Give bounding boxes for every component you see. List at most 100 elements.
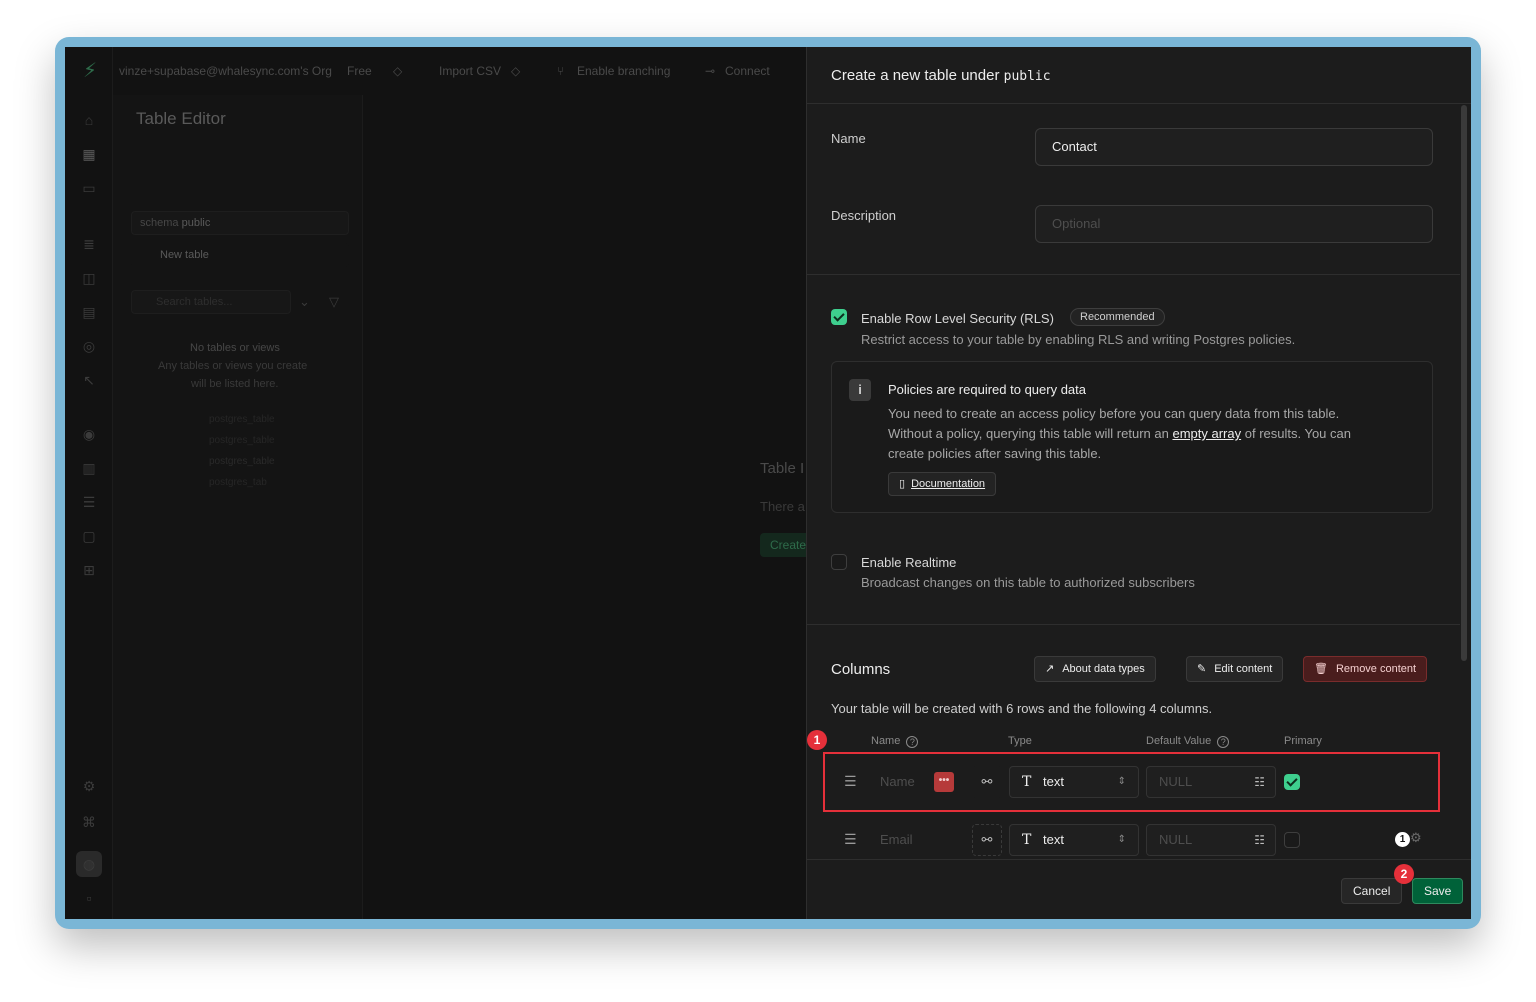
book-icon: ▯: [899, 478, 906, 490]
marker-1: 1: [807, 730, 827, 750]
enable-branching-button[interactable]: Enable branching: [577, 64, 670, 78]
panel-footer: Cancel Save: [807, 859, 1471, 919]
sql-editor-icon[interactable]: ▭: [80, 179, 98, 197]
edit-icon: ✎: [1197, 663, 1207, 675]
page-title: Table Editor: [136, 109, 226, 128]
branch-icon: ⑂: [557, 64, 565, 78]
link-icon[interactable]: ⚯: [972, 824, 1002, 856]
home-icon[interactable]: ⌂: [80, 111, 98, 129]
auth-icon[interactable]: ◫: [80, 269, 98, 287]
ghost-item: postgres_table: [209, 456, 275, 467]
command-icon[interactable]: ⌘: [80, 813, 98, 831]
column-settings-icon[interactable]: ⚙: [1410, 830, 1422, 846]
empty-state-desc: will be listed here.: [191, 378, 279, 390]
header-type: Type: [1008, 735, 1032, 747]
plan-badge: Free: [347, 64, 372, 78]
column-name-input[interactable]: Email: [872, 824, 962, 856]
help-icon[interactable]: ?: [906, 736, 919, 748]
highlight-box: [823, 752, 1440, 812]
table-editor-sidebar: Table Editor schema public New table Sea…: [113, 95, 363, 919]
documentation-button[interactable]: ▯ Documentation: [888, 472, 997, 496]
rls-checkbox[interactable]: [831, 309, 847, 325]
empty-title: Table I: [760, 460, 805, 477]
notice-line: Without a policy, querying this table wi…: [888, 426, 1351, 441]
filter-icon[interactable]: ▽: [329, 294, 339, 310]
help-icon[interactable]: ?: [1217, 736, 1230, 748]
api-docs-icon[interactable]: ▢: [80, 527, 98, 545]
notice-title: Policies are required to query data: [888, 382, 1087, 397]
list-icon[interactable]: ☷: [1254, 825, 1265, 855]
header-primary: Primary: [1284, 735, 1322, 747]
cancel-button[interactable]: Cancel: [1341, 878, 1403, 904]
default-value-input[interactable]: NULL ☷: [1146, 824, 1276, 856]
columns-summary: Your table will be created with 6 rows a…: [831, 701, 1213, 716]
external-link-icon: ↗: [1045, 663, 1055, 675]
ghost-item: postgres_table: [209, 435, 275, 446]
header-default: Default Value?: [1146, 735, 1230, 748]
ghost-item: postgres_table: [209, 414, 275, 425]
name-label: Name: [831, 131, 866, 146]
info-icon: i: [849, 379, 871, 401]
realtime-label: Enable Realtime: [861, 555, 957, 570]
chevron-updown-icon: ⇕: [1117, 834, 1126, 845]
collapse-icon[interactable]: ▫: [80, 889, 98, 907]
schema-selector[interactable]: schema public: [131, 211, 349, 235]
sort-icon[interactable]: ⌄: [299, 294, 310, 310]
realtime-checkbox[interactable]: [831, 554, 847, 570]
org-name[interactable]: vinze+supabase@whalesync.com's Org: [119, 64, 332, 78]
divider: [807, 624, 1460, 625]
empty-desc: There a: [760, 499, 805, 514]
marker-2: 2: [1394, 864, 1414, 884]
notice-line: You need to create an access policy befo…: [888, 406, 1340, 421]
ghost-item: postgres_tab: [209, 477, 267, 488]
name-input[interactable]: Contact: [1035, 128, 1433, 166]
icon-rail: ⚡ ⌂ ▦ ▭ ≣ ◫ ▤ ◎ ↖ ◉ ▥ ☰ ▢ ⊞ ⚙ ⌘ ◍ ▫: [65, 47, 113, 919]
import-csv-button[interactable]: Import CSV: [439, 64, 501, 78]
panel-header: Create a new table under public: [807, 47, 1471, 104]
description-label: Description: [831, 208, 897, 223]
save-button[interactable]: Save: [1412, 878, 1464, 904]
avatar[interactable]: ◍: [76, 851, 102, 877]
scrollbar[interactable]: [1461, 105, 1467, 661]
remove-content-button[interactable]: 🗑 Remove content: [1303, 656, 1428, 682]
table-editor-icon[interactable]: ▦: [80, 145, 98, 163]
rls-desc: Restrict access to your table by enablin…: [861, 332, 1296, 347]
edit-content-button[interactable]: ✎ Edit content: [1186, 656, 1284, 682]
text-type-icon: T: [1022, 832, 1032, 848]
search-tables-input[interactable]: Search tables...: [131, 290, 291, 314]
settings-icon[interactable]: ⚙: [80, 777, 98, 795]
primary-checkbox[interactable]: [1284, 832, 1300, 848]
header-name: Name?: [871, 735, 919, 748]
panel-title: Create a new table under public: [831, 67, 1051, 84]
reports-icon[interactable]: ▥: [80, 459, 98, 477]
empty-array-link[interactable]: empty array: [1172, 426, 1241, 441]
database-icon[interactable]: ≣: [80, 235, 98, 253]
empty-state-title: No tables or views: [190, 342, 280, 354]
recommended-badge: Recommended: [1070, 308, 1165, 326]
storage-icon[interactable]: ▤: [80, 303, 98, 321]
notice-line: create policies after saving this table.: [888, 446, 1102, 461]
drag-handle-icon[interactable]: ☰: [844, 832, 858, 846]
edge-functions-icon[interactable]: ↖: [80, 371, 98, 389]
logs-icon[interactable]: ☰: [80, 493, 98, 511]
realtime-icon[interactable]: ◎: [80, 337, 98, 355]
connect-button[interactable]: Connect: [725, 64, 770, 78]
policies-notice: i Policies are required to query data Yo…: [831, 361, 1433, 513]
divider: [807, 274, 1460, 275]
top-bar: vinze+supabase@whalesync.com's Org Free …: [113, 47, 805, 95]
chevron-updown-icon[interactable]: ◇: [393, 64, 402, 78]
count-badge: 1: [1395, 832, 1410, 847]
rls-label: Enable Row Level Security (RLS): [861, 311, 1054, 326]
empty-state-desc: Any tables or views you create: [158, 360, 308, 372]
new-table-button[interactable]: New table: [131, 243, 349, 267]
trash-icon: 🗑: [1314, 663, 1328, 675]
description-input[interactable]: Optional: [1035, 205, 1433, 243]
integrations-icon[interactable]: ⊞: [80, 561, 98, 579]
type-select[interactable]: T text ⇕: [1009, 824, 1139, 856]
supabase-logo-icon[interactable]: ⚡: [79, 59, 101, 83]
about-data-types-button[interactable]: ↗ About data types: [1034, 656, 1156, 682]
columns-title: Columns: [831, 661, 891, 678]
advisors-icon[interactable]: ◉: [80, 425, 98, 443]
schema-name: public: [1003, 69, 1051, 84]
chevron-updown-icon[interactable]: ◇: [511, 64, 520, 78]
